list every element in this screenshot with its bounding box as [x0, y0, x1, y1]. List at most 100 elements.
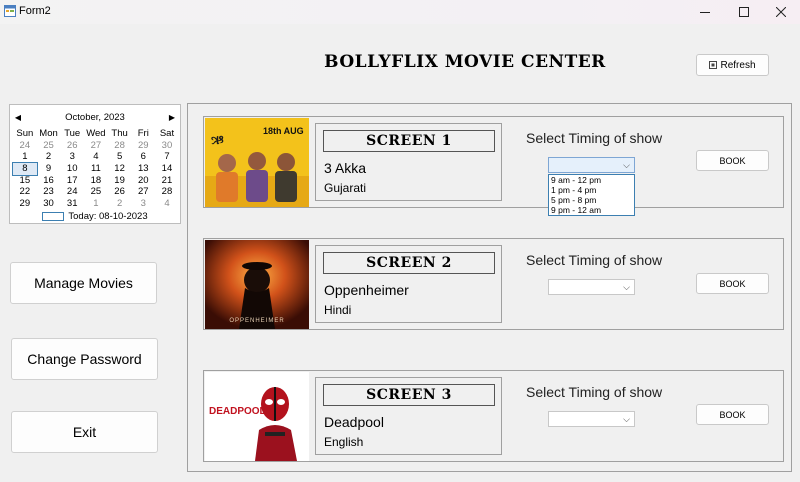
screen-3-info: SCREEN 3 Deadpool English	[315, 377, 502, 455]
calendar-day[interactable]: 4	[155, 198, 179, 210]
book-label: BOOK	[719, 409, 746, 420]
screen-1-timing-label: Select Timing of show	[526, 130, 663, 146]
calendar-day[interactable]: 27	[84, 140, 108, 152]
manage-movies-label: Manage Movies	[34, 275, 133, 291]
calendar-day[interactable]: 18	[84, 175, 108, 187]
timing-option[interactable]: 9 pm - 12 am	[549, 205, 634, 215]
calendar-day[interactable]: 24	[13, 140, 37, 152]
timing-option[interactable]: 5 pm - 8 pm	[549, 195, 634, 205]
calendar-day[interactable]: 22	[13, 186, 37, 198]
close-button[interactable]	[762, 0, 800, 24]
screen-3-timing-label: Select Timing of show	[526, 384, 663, 400]
svg-text:ઋ: ઋ	[211, 133, 224, 148]
calendar-day[interactable]: 7	[155, 151, 179, 163]
today-marker-icon	[42, 212, 65, 221]
refresh-label: Refresh	[720, 59, 756, 71]
calendar-day[interactable]: 4	[84, 151, 108, 163]
calendar-day[interactable]: 31	[60, 198, 84, 210]
calendar-day[interactable]: 5	[108, 151, 132, 163]
today-link[interactable]: Today: 08-10-2023	[10, 211, 180, 222]
maximize-button[interactable]	[725, 0, 763, 24]
calendar-day[interactable]: 6	[131, 151, 155, 163]
calendar-day[interactable]: 20	[131, 175, 155, 187]
calendar-weekday: Sun	[16, 128, 34, 139]
refresh-button[interactable]: Refresh	[696, 54, 769, 76]
calendar-day[interactable]: 10	[60, 163, 84, 175]
screen-1-label: SCREEN 1	[323, 130, 495, 152]
calendar-day[interactable]: 15	[13, 175, 37, 187]
calendar-day[interactable]: 29	[13, 198, 37, 210]
calendar-day[interactable]: 25	[84, 186, 108, 198]
calendar-day[interactable]: 13	[131, 163, 155, 175]
calendar-day[interactable]: 21	[155, 175, 179, 187]
calendar-day[interactable]: 23	[37, 186, 61, 198]
calendar-weekday: Mon	[39, 128, 58, 139]
calendar-weekday: Wed	[86, 128, 106, 139]
screen-3-book-button[interactable]: BOOK	[696, 404, 769, 425]
screen-3-timing-select[interactable]: ⌵	[548, 411, 635, 427]
calendar-day[interactable]: 3	[60, 151, 84, 163]
calendar-day[interactable]: 26	[108, 186, 132, 198]
screen-3-label: SCREEN 3	[323, 384, 495, 406]
screen-2-movie-name: Oppenheimer	[324, 282, 409, 298]
screen-1-timing-dropdown[interactable]: 9 am - 12 pm 1 pm - 4 pm 5 pm - 8 pm 9 p…	[548, 174, 635, 216]
screen-3-movie-language: English	[324, 435, 364, 449]
screen-2-timing-select[interactable]: ⌵	[548, 279, 635, 295]
calendar-day[interactable]: 14	[155, 163, 179, 175]
calendar-day[interactable]: 3	[131, 198, 155, 210]
screen-1-book-button[interactable]: BOOK	[696, 150, 769, 171]
calendar-day[interactable]: 1	[13, 151, 37, 163]
calendar-day[interactable]: 25	[37, 140, 61, 152]
screen-2-label: SCREEN 2	[323, 252, 495, 274]
calendar-day[interactable]: 9	[37, 163, 61, 175]
calendar-weekday: Thu	[111, 128, 128, 139]
calendar-day[interactable]: 24	[60, 186, 84, 198]
book-label: BOOK	[719, 155, 746, 166]
chevron-down-icon: ⌵	[623, 282, 630, 292]
screen-2-movie-language: Hindi	[324, 303, 352, 317]
calendar-weekday: Fri	[137, 128, 149, 139]
screen-1-info: SCREEN 1 3 Akka Gujarati	[315, 123, 502, 201]
change-password-button[interactable]: Change Password	[11, 338, 158, 380]
timing-option[interactable]: 9 am - 12 pm	[549, 175, 634, 185]
poster-screen-2: OPPENHEIMER	[205, 240, 309, 329]
exit-button[interactable]: Exit	[11, 411, 158, 453]
calendar-day[interactable]: 19	[108, 175, 132, 187]
change-password-label: Change Password	[27, 351, 142, 367]
manage-movies-button[interactable]: Manage Movies	[10, 262, 157, 304]
timing-option[interactable]: 1 pm - 4 pm	[549, 185, 634, 195]
screen-1-movie-name: 3 Akka	[324, 160, 367, 176]
next-month-button[interactable]: ▶	[167, 111, 177, 123]
poster-2-title: OPPENHEIMER	[229, 318, 284, 324]
poster-3-title: DEADPOOL	[209, 406, 266, 417]
close-icon	[776, 7, 786, 17]
calendar-day[interactable]: 2	[108, 198, 132, 210]
calendar-day[interactable]: 8	[12, 162, 38, 176]
window-title: Form2	[19, 5, 51, 17]
month-calendar[interactable]: ◀ October, 2023 ▶ Sun Mon Tue Wed Thu Fri Sat 2…	[9, 104, 181, 224]
calendar-day[interactable]: 28	[155, 186, 179, 198]
screen-2-book-button[interactable]: BOOK	[696, 273, 769, 294]
refresh-icon	[709, 61, 718, 69]
today-label: Today: 08-10-2023	[68, 211, 148, 222]
calendar-day[interactable]: 12	[108, 163, 132, 175]
calendar-day[interactable]: 11	[84, 163, 108, 175]
calendar-day[interactable]: 27	[131, 186, 155, 198]
exit-label: Exit	[72, 424, 97, 440]
minimize-button[interactable]	[686, 0, 724, 24]
screen-2-info: SCREEN 2 Oppenheimer Hindi	[315, 245, 502, 323]
calendar-day[interactable]: 16	[37, 175, 61, 187]
screen-1-timing-select[interactable]: ⌵	[548, 157, 635, 173]
calendar-day[interactable]: 28	[108, 140, 132, 152]
calendar-day[interactable]: 29	[131, 140, 155, 152]
calendar-weekday: Tue	[64, 128, 81, 139]
calendar-day[interactable]: 26	[60, 140, 84, 152]
calendar-day[interactable]: 17	[60, 175, 84, 187]
calendar-day[interactable]: 30	[37, 198, 61, 210]
maximize-icon	[739, 7, 749, 17]
calendar-day[interactable]: 1	[84, 198, 108, 210]
screen-1-movie-language: Gujarati	[324, 181, 367, 195]
calendar-day[interactable]: 30	[155, 140, 179, 152]
calendar-day[interactable]: 2	[37, 151, 61, 163]
poster-screen-1: 18th AUG ઋ	[205, 118, 309, 207]
